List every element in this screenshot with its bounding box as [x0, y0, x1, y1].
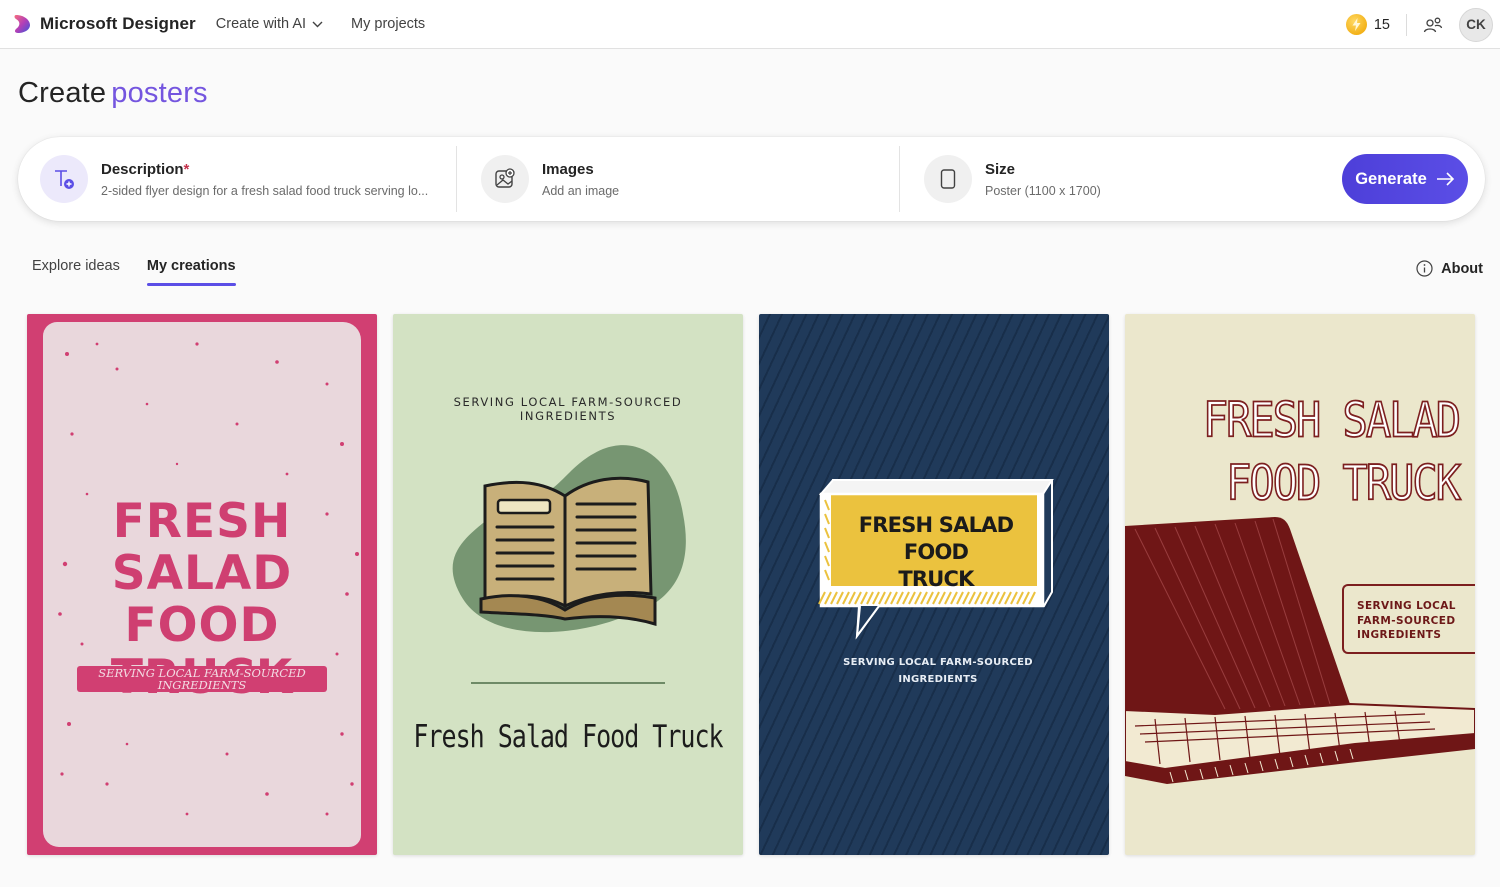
images-label: Images — [542, 160, 594, 178]
text-add-icon — [55, 170, 74, 189]
portrait-page-icon — [940, 169, 956, 189]
about-label: About — [1441, 260, 1483, 277]
tab-list: Explore ideas My creations — [32, 258, 236, 286]
app-name: Microsoft Designer — [40, 14, 196, 33]
generate-button[interactable]: Generate — [1342, 154, 1468, 204]
generate-label: Generate — [1355, 169, 1427, 188]
description-value: 2-sided flyer design for a fresh salad f… — [101, 183, 429, 198]
page-title: Create posters — [18, 77, 208, 110]
my-projects-link[interactable]: My projects — [351, 16, 425, 32]
arrow-right-icon — [1436, 172, 1454, 186]
card-3-subtitle: SERVING LOCAL FARM-SOURCED INGREDIENTS — [843, 657, 1033, 685]
images-field-text: Images Add an image — [542, 161, 619, 198]
size-field-icon — [924, 155, 972, 203]
nav-divider — [1406, 13, 1407, 36]
card-4-subtitle: SERVING LOCAL FARM-SOURCED INGREDIENTS — [1357, 600, 1456, 641]
my-projects-label: My projects — [351, 16, 426, 32]
tab-my-creations[interactable]: My creations — [146, 258, 236, 286]
credits-indicator[interactable]: 15 — [1345, 14, 1390, 35]
size-field[interactable]: Size Poster (1100 x 1700) — [924, 137, 1304, 221]
size-field-text: Size Poster (1100 x 1700) — [985, 161, 1101, 198]
chevron-down-icon — [312, 21, 323, 27]
card-2-title: Fresh Salad Food Truck — [413, 718, 723, 755]
open-book-illustration — [452, 445, 686, 633]
card-2-divider — [471, 682, 665, 684]
description-label: Description* — [101, 160, 190, 178]
share-icon[interactable] — [1423, 15, 1443, 35]
design-card-1[interactable]: FRESH SALAD FOOD TRUCK SERVING LOCAL FAR… — [27, 314, 377, 855]
size-label: Size — [985, 160, 1016, 178]
description-field-text: Description* 2-sided flyer design for a … — [101, 161, 431, 198]
card-1-subtitle: SERVING LOCAL FARM-SOURCED INGREDIENTS — [98, 666, 306, 692]
design-card-3[interactable]: FRESH SALAD FOOD TRUCK SERVING LOCAL FAR… — [759, 314, 1109, 855]
nav-right: 15 CK — [1345, 0, 1500, 49]
create-with-ai-menu[interactable]: Create with AI — [216, 16, 323, 32]
brand[interactable]: Microsoft Designer — [12, 13, 196, 35]
page-title-accent: posters — [111, 77, 208, 109]
design-card-4[interactable]: FRESH SALAD FOOD TRUCK SERVING LOCAL FAR… — [1125, 314, 1475, 855]
credit-count: 15 — [1373, 16, 1390, 33]
coin-icon — [1345, 14, 1367, 35]
tab-explore-ideas[interactable]: Explore ideas — [32, 258, 120, 286]
avatar[interactable]: CK — [1459, 7, 1493, 42]
field-divider — [899, 146, 900, 212]
description-field-icon — [40, 155, 88, 203]
info-icon — [1416, 260, 1433, 277]
about-button[interactable]: About — [1416, 260, 1483, 277]
design-card-2[interactable]: SERVING LOCAL FARM-SOURCED INGREDIENTS F… — [393, 314, 743, 855]
prompt-bar: Description* 2-sided flyer design for a … — [18, 137, 1485, 221]
images-value: Add an image — [542, 183, 620, 198]
images-field[interactable]: Images Add an image — [481, 137, 861, 221]
create-with-ai-label: Create with AI — [215, 16, 307, 32]
card-3-title: FRESH SALAD FOOD TRUCK — [858, 513, 1014, 591]
image-add-icon — [495, 168, 515, 188]
description-field[interactable]: Description* 2-sided flyer design for a … — [40, 137, 450, 221]
top-nav: Microsoft Designer Create with AI My pro… — [0, 0, 1500, 49]
page-title-prefix: Create — [18, 77, 107, 109]
required-mark: * — [183, 160, 190, 178]
images-field-icon — [481, 155, 529, 203]
size-value: Poster (1100 x 1700) — [985, 183, 1101, 198]
field-divider — [456, 146, 457, 212]
designer-logo-icon — [14, 15, 30, 33]
